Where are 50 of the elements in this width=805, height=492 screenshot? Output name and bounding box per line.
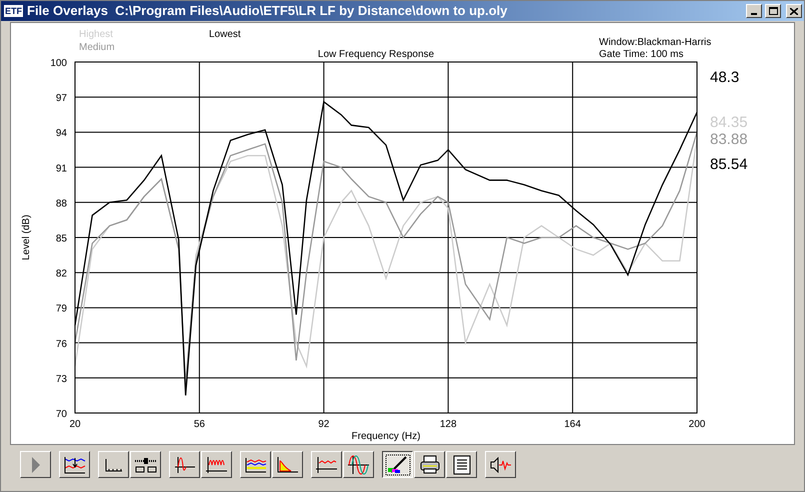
document-icon	[452, 454, 470, 474]
axis-icon	[104, 458, 122, 472]
decay-chart-icon	[276, 456, 298, 473]
legend-label: Lowest	[209, 29, 241, 40]
close-button[interactable]	[786, 4, 802, 18]
app-logo-icon: ETF	[3, 4, 24, 18]
y-tick-label: 100	[50, 58, 67, 69]
y-tick-label: 82	[56, 268, 67, 280]
toolbar-button[interactable]	[382, 451, 413, 478]
y-axis-label: Level (dB)	[21, 214, 32, 260]
play-icon	[30, 456, 40, 474]
x-tick-label: 164	[564, 419, 581, 430]
x-tick-label: 56	[194, 419, 205, 430]
y-tick-label: 79	[56, 304, 67, 315]
x-tick-label: 92	[318, 419, 330, 430]
maximize-button[interactable]	[765, 4, 781, 18]
maximize-icon	[768, 7, 778, 15]
y-tick-label: 70	[56, 409, 67, 420]
readout-value: 85.54	[710, 156, 748, 173]
chart-title: Low Frequency Response	[318, 49, 434, 60]
multi-line-chart-icon	[244, 456, 266, 472]
minimize-button[interactable]	[746, 4, 762, 18]
close-icon	[790, 8, 798, 14]
y-tick-label: 85	[56, 234, 67, 244]
line-chart-icon	[315, 456, 338, 474]
y-tick-label: 88	[56, 198, 67, 210]
y-tick-label: 73	[56, 374, 67, 385]
readout-value: 48.3	[710, 69, 740, 86]
wave-chart-icon	[205, 456, 228, 474]
analysis-info: Window:Blackman-Harris	[599, 37, 712, 48]
sine-wave-icon	[347, 454, 370, 474]
legend-label: Medium	[79, 42, 115, 53]
x-axis-label: Frequency (Hz)	[352, 431, 420, 442]
minimize-icon	[751, 13, 757, 15]
analysis-info: Gate Time: 100 ms	[599, 49, 684, 60]
y-tick-label: 76	[56, 338, 67, 350]
x-tick-label: 128	[440, 419, 457, 430]
y-tick-label: 91	[56, 163, 67, 174]
overlay-chart-icon	[64, 456, 86, 474]
impulse-chart-icon	[174, 456, 196, 474]
speaker-icon	[490, 456, 512, 472]
x-tick-label: 200	[688, 419, 706, 430]
x-tick-label: 20	[69, 419, 81, 430]
window-title: File Overlays C:\Program Files\Audio\ETF5\LR LF by Distance\down to up.oly	[27, 2, 508, 20]
y-tick-label: 97	[56, 93, 67, 104]
slider-icon	[134, 456, 158, 472]
y-tick-label: 94	[56, 128, 67, 140]
pen-icon	[384, 454, 410, 476]
printer-icon	[420, 455, 440, 474]
readout-value: 83.88	[710, 131, 748, 148]
